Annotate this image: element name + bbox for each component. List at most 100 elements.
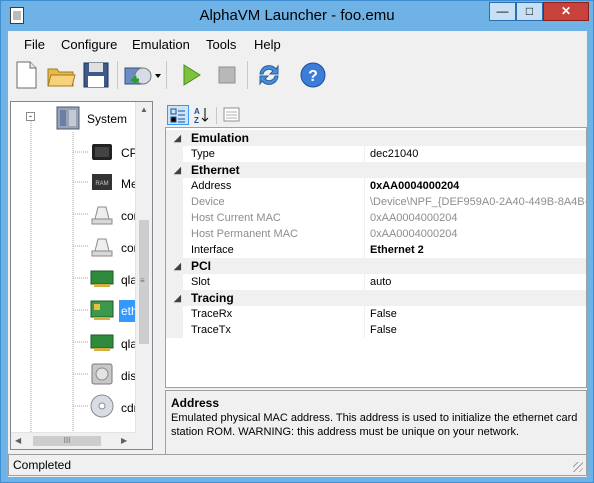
- property-row-tracetx[interactable]: TraceTx False: [166, 322, 586, 338]
- disk-icon: [89, 361, 115, 387]
- stop-icon[interactable]: [212, 60, 242, 90]
- scroll-right-icon[interactable]: ▶: [121, 436, 127, 445]
- row-gutter: [166, 242, 183, 258]
- collapse-toggle[interactable]: -: [26, 112, 35, 121]
- property-value[interactable]: False: [370, 306, 586, 322]
- scroll-corner: [135, 432, 152, 449]
- console-port-icon: [89, 233, 115, 259]
- row-gutter: [166, 274, 183, 290]
- description-title: Address: [171, 396, 220, 410]
- property-row-address[interactable]: Address 0xAA0004000204: [166, 178, 586, 194]
- menu-bar: File Configure Emulation Tools Help: [8, 34, 587, 54]
- property-value[interactable]: False: [370, 322, 586, 338]
- category-label: Tracing: [191, 291, 234, 305]
- pci-card-icon: [89, 265, 115, 291]
- property-value[interactable]: dec21040: [370, 146, 586, 162]
- category-label: PCI: [191, 259, 212, 273]
- open-folder-icon[interactable]: [46, 60, 76, 90]
- column-divider: [364, 322, 365, 338]
- row-gutter: [166, 178, 183, 194]
- column-divider: [364, 306, 365, 322]
- property-value[interactable]: \Device\NPF_{DEF959A0-2A40-449B-8A4B-: [370, 194, 586, 210]
- column-divider: [364, 194, 365, 210]
- scroll-thumb-horizontal[interactable]: III: [33, 436, 101, 446]
- add-device-icon[interactable]: [122, 60, 162, 90]
- property-row-device[interactable]: Device \Device\NPF_{DEF959A0-2A40-449B-8…: [166, 194, 586, 210]
- alphabetical-icon[interactable]: AZ: [191, 105, 213, 125]
- category-ethernet[interactable]: ◢ Ethernet: [166, 162, 586, 178]
- toolbar-separator: [166, 61, 167, 89]
- tree-horizontal-scrollbar[interactable]: ◀ III ▶: [11, 432, 136, 449]
- menu-tools[interactable]: Tools: [206, 37, 236, 52]
- category-label: Ethernet: [191, 163, 240, 177]
- property-name: TraceTx: [191, 324, 231, 336]
- category-emulation[interactable]: ◢ Emulation: [166, 130, 586, 146]
- refresh-icon[interactable]: [254, 60, 284, 90]
- description-text: Emulated physical MAC address. This addr…: [171, 412, 578, 438]
- collapse-arrow-icon[interactable]: ◢: [174, 290, 181, 306]
- property-row-type[interactable]: Type dec21040: [166, 146, 586, 162]
- property-name: Address: [191, 180, 232, 192]
- save-icon[interactable]: [81, 60, 111, 90]
- categorized-icon[interactable]: [167, 105, 189, 125]
- network-card-icon: [89, 297, 115, 323]
- tree-node-system[interactable]: System: [87, 112, 127, 126]
- property-grid[interactable]: ◢ Emulation Type dec21040 ◢ Ethernet Add…: [165, 127, 587, 388]
- menu-help[interactable]: Help: [254, 37, 281, 52]
- toolbar-separator: [117, 61, 118, 89]
- menu-configure[interactable]: Configure: [61, 37, 117, 52]
- column-divider: [364, 146, 365, 162]
- property-row-host-permanent-mac[interactable]: Host Permanent MAC 0xAA0004000204: [166, 226, 586, 242]
- property-row-slot[interactable]: Slot auto: [166, 274, 586, 290]
- property-value[interactable]: 0xAA0004000204: [370, 210, 586, 226]
- menu-emulation[interactable]: Emulation: [132, 37, 190, 52]
- maximize-button[interactable]: □: [516, 2, 543, 21]
- scroll-left-icon[interactable]: ◀: [15, 436, 21, 445]
- minimize-button[interactable]: —: [489, 2, 516, 21]
- property-row-interface[interactable]: Interface Ethernet 2: [166, 242, 586, 258]
- property-value[interactable]: Ethernet 2: [370, 242, 586, 258]
- device-tree[interactable]: - System CP RAM Me cor cor qla eth qla d…: [10, 101, 153, 450]
- system-icon: [55, 105, 81, 131]
- scroll-thumb[interactable]: ≡: [139, 220, 149, 344]
- title-bar: AlphaVM Launcher - foo.emu — □ ✕: [1, 1, 593, 31]
- category-tracing[interactable]: ◢ Tracing: [166, 290, 586, 306]
- client-area: File Configure Emulation Tools Help ? - …: [8, 31, 587, 477]
- tree-vertical-scrollbar[interactable]: ▲ ≡: [135, 102, 152, 433]
- property-row-tracerx[interactable]: TraceRx False: [166, 306, 586, 322]
- cdrom-icon: [89, 393, 115, 419]
- run-icon[interactable]: [176, 60, 206, 90]
- property-value[interactable]: 0xAA0004000204: [370, 226, 586, 242]
- column-divider: [364, 210, 365, 226]
- menu-file[interactable]: File: [24, 37, 45, 52]
- close-button[interactable]: ✕: [543, 2, 589, 21]
- help-icon[interactable]: ?: [298, 60, 328, 90]
- row-gutter: [166, 226, 183, 242]
- row-gutter: [166, 146, 183, 162]
- scroll-up-icon[interactable]: ▲: [140, 105, 148, 114]
- resize-grip-icon[interactable]: [573, 462, 583, 472]
- category-label: Emulation: [191, 131, 250, 145]
- property-value[interactable]: 0xAA0004000204: [370, 178, 586, 194]
- collapse-arrow-icon[interactable]: ◢: [174, 162, 181, 178]
- property-name: TraceRx: [191, 308, 233, 320]
- pci-card-icon: [89, 329, 115, 355]
- category-pci[interactable]: ◢ PCI: [166, 258, 586, 274]
- cpu-icon: [89, 139, 115, 165]
- property-pages-icon[interactable]: [221, 105, 243, 125]
- svg-text:A: A: [194, 107, 200, 116]
- app-window: AlphaVM Launcher - foo.emu — □ ✕ File Co…: [0, 0, 594, 483]
- property-row-host-current-mac[interactable]: Host Current MAC 0xAA0004000204: [166, 210, 586, 226]
- new-file-icon[interactable]: [11, 60, 41, 90]
- property-name: Host Permanent MAC: [191, 228, 298, 240]
- status-text: Completed: [13, 458, 72, 472]
- collapse-arrow-icon[interactable]: ◢: [174, 258, 181, 274]
- collapse-arrow-icon[interactable]: ◢: [174, 130, 181, 146]
- column-divider: [364, 226, 365, 242]
- toolbar: ?: [8, 57, 587, 93]
- toolbar-separator: [247, 61, 248, 89]
- column-divider: [364, 242, 365, 258]
- property-name: Host Current MAC: [191, 212, 281, 224]
- property-value[interactable]: auto: [370, 274, 586, 290]
- toolbar-separator: [216, 107, 217, 124]
